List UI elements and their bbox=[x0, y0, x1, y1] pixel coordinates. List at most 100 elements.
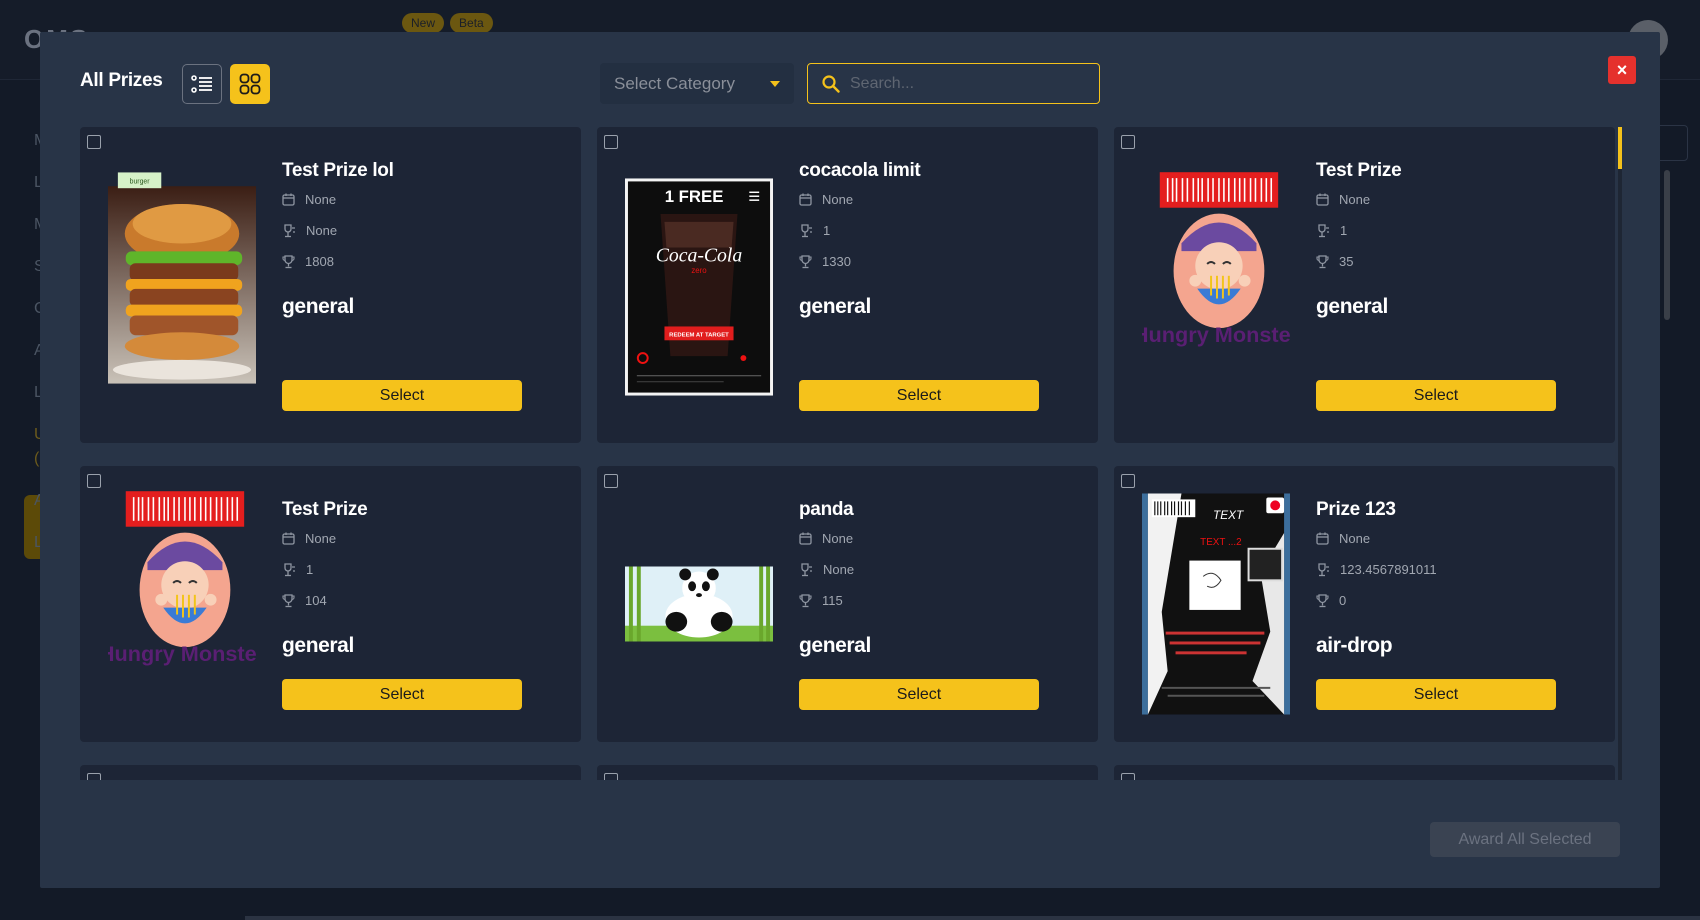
trophy-icon bbox=[1316, 593, 1329, 607]
prize-checkbox[interactable] bbox=[604, 135, 618, 149]
prize-checkbox[interactable] bbox=[1121, 773, 1135, 780]
prize-points: 0 bbox=[1316, 593, 1346, 608]
prize-quantity: 1 bbox=[799, 223, 830, 238]
trophy-stack-icon bbox=[1318, 223, 1329, 237]
trophy-stack-icon bbox=[284, 562, 295, 576]
prize-date: None bbox=[282, 531, 336, 546]
grid-scrollbar-track[interactable] bbox=[1618, 127, 1622, 780]
trophy-stack-icon bbox=[801, 223, 812, 237]
grid-view-button[interactable] bbox=[230, 64, 270, 104]
new-badge: New bbox=[402, 13, 445, 33]
category-select[interactable]: Select Category bbox=[600, 63, 794, 104]
prize-points: 115 bbox=[799, 593, 843, 608]
prize-name: cocacola limit bbox=[799, 160, 921, 181]
prize-checkbox[interactable] bbox=[87, 135, 101, 149]
select-button[interactable]: Select bbox=[282, 380, 522, 411]
prize-points: 1808 bbox=[282, 254, 334, 269]
panda-image bbox=[625, 566, 773, 642]
select-button[interactable]: Select bbox=[1316, 380, 1556, 411]
calendar-icon bbox=[799, 193, 812, 206]
caret-down-icon bbox=[770, 81, 780, 87]
prize-card: Hungry Monster Test Prize None 1 104 gen… bbox=[80, 466, 581, 742]
svg-text:Hungry Monster: Hungry Monster bbox=[108, 641, 256, 666]
sidebar-item[interactable]: ( bbox=[34, 450, 39, 468]
background-footer bbox=[245, 916, 1700, 920]
calendar-icon bbox=[1316, 193, 1329, 206]
calendar-icon bbox=[1316, 532, 1329, 545]
grid-scrollbar-thumb[interactable] bbox=[1618, 127, 1622, 169]
select-button[interactable]: Select bbox=[1316, 679, 1556, 710]
trophy-stack-icon bbox=[1318, 562, 1329, 576]
prize-card bbox=[597, 765, 1098, 780]
list-icon bbox=[191, 75, 212, 93]
svg-text:burger: burger bbox=[130, 178, 151, 185]
prize-date: None bbox=[1316, 531, 1370, 546]
prize-points: 1330 bbox=[799, 254, 851, 269]
calendar-icon bbox=[282, 193, 295, 206]
search-box[interactable] bbox=[807, 63, 1100, 104]
prize-date: None bbox=[1316, 192, 1370, 207]
select-button[interactable]: Select bbox=[799, 380, 1039, 411]
category-select-placeholder: Select Category bbox=[614, 73, 735, 93]
header-badges: New Beta bbox=[402, 13, 493, 33]
prize-quantity: 1 bbox=[282, 562, 313, 577]
prize-grid: burger Test Prize lol None None 1808 gen… bbox=[80, 127, 1620, 780]
search-icon bbox=[822, 74, 840, 93]
search-input[interactable] bbox=[850, 74, 1090, 93]
svg-text:Hungry Monster: Hungry Monster bbox=[1142, 322, 1290, 347]
trophy-stack-icon bbox=[801, 562, 812, 576]
prize-card: 1 FREE Coca-Cola zero REDEEM AT TARGET c… bbox=[597, 127, 1098, 443]
prize-checkbox[interactable] bbox=[1121, 474, 1135, 488]
prize-card bbox=[1114, 765, 1615, 780]
prize-name: Test Prize bbox=[282, 499, 368, 520]
prize-category: air-drop bbox=[1316, 634, 1393, 657]
prize-category: general bbox=[799, 634, 871, 657]
svg-text:TEXT ...2: TEXT ...2 bbox=[1200, 537, 1241, 548]
flyer-image: TEXT TEXT ...2 bbox=[1142, 492, 1290, 716]
prize-category: general bbox=[1316, 295, 1388, 318]
prize-quantity: 123.4567891011 bbox=[1316, 562, 1437, 577]
grid-icon bbox=[239, 73, 261, 95]
prize-card: TEXT TEXT ...2 Prize 123 None 123.456789… bbox=[1114, 466, 1615, 742]
all-prizes-modal: All Prizes Select Category × bbox=[40, 32, 1660, 888]
svg-text:1 FREE: 1 FREE bbox=[665, 187, 724, 206]
prize-checkbox[interactable] bbox=[604, 773, 618, 780]
trophy-icon bbox=[1316, 254, 1329, 268]
prize-date: None bbox=[799, 531, 853, 546]
close-button[interactable]: × bbox=[1608, 56, 1636, 84]
prize-card: panda None None 115 general Select bbox=[597, 466, 1098, 742]
background-scrollbar[interactable] bbox=[1664, 170, 1670, 320]
hungry-monster-image: Hungry Monster bbox=[1142, 171, 1290, 351]
svg-text:zero: zero bbox=[691, 266, 707, 275]
cocacola-image: 1 FREE Coca-Cola zero REDEEM AT TARGET bbox=[625, 177, 773, 397]
trophy-icon bbox=[799, 593, 812, 607]
prize-card bbox=[80, 765, 581, 780]
prize-checkbox[interactable] bbox=[604, 474, 618, 488]
calendar-icon bbox=[282, 532, 295, 545]
select-button[interactable]: Select bbox=[282, 679, 522, 710]
prize-quantity: 1 bbox=[1316, 223, 1347, 238]
hungry-monster-image: Hungry Monster bbox=[108, 490, 256, 670]
calendar-icon bbox=[799, 532, 812, 545]
prize-card: burger Test Prize lol None None 1808 gen… bbox=[80, 127, 581, 443]
trophy-icon bbox=[799, 254, 812, 268]
prize-date: None bbox=[282, 192, 336, 207]
svg-text:TEXT: TEXT bbox=[1213, 508, 1244, 522]
beta-badge: Beta bbox=[450, 13, 493, 33]
prize-checkbox[interactable] bbox=[87, 474, 101, 488]
modal-title: All Prizes bbox=[80, 70, 163, 91]
trophy-stack-icon bbox=[284, 223, 295, 237]
select-button[interactable]: Select bbox=[799, 679, 1039, 710]
burger-image: burger bbox=[108, 171, 256, 385]
prize-points: 35 bbox=[1316, 254, 1353, 269]
prize-quantity: None bbox=[799, 562, 854, 577]
prize-card: Hungry Monster Test Prize None 1 35 gene… bbox=[1114, 127, 1615, 443]
prize-category: general bbox=[282, 295, 354, 318]
award-all-selected-button[interactable]: Award All Selected bbox=[1430, 822, 1620, 857]
list-view-button[interactable] bbox=[182, 64, 222, 104]
prize-checkbox[interactable] bbox=[1121, 135, 1135, 149]
prize-name: Test Prize lol bbox=[282, 160, 394, 181]
prize-category: general bbox=[282, 634, 354, 657]
prize-category: general bbox=[799, 295, 871, 318]
prize-checkbox[interactable] bbox=[87, 773, 101, 780]
